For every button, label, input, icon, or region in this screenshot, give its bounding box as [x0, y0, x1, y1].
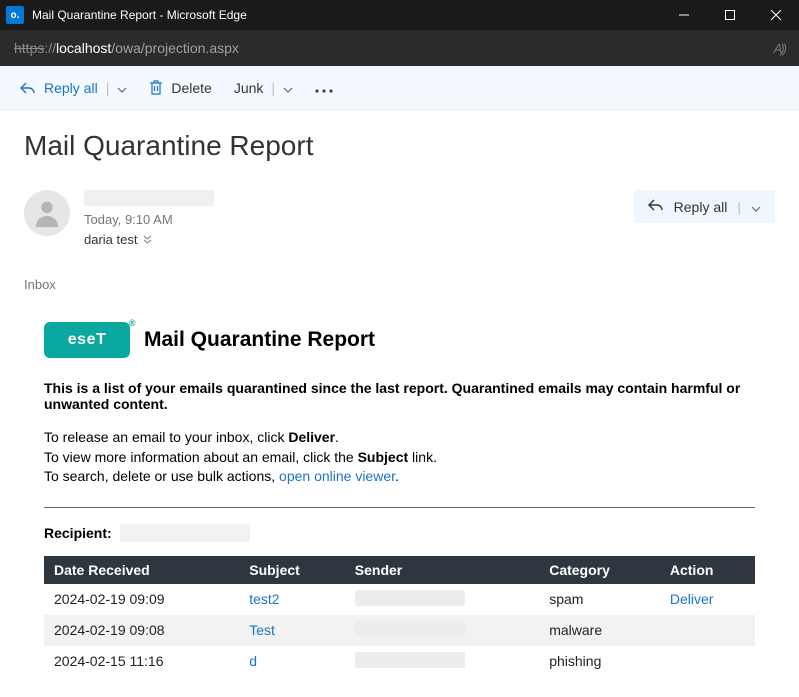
junk-button[interactable]: Junk |	[234, 80, 293, 96]
registered-mark: ®	[129, 318, 136, 328]
cell-action	[660, 615, 755, 646]
reply-all-chip[interactable]: Reply all |	[634, 190, 775, 223]
address-bar[interactable]: https :// localhost /owa/projection.aspx…	[0, 30, 799, 66]
recipient-line[interactable]: daria test	[84, 232, 152, 247]
instruction-subject: To view more information about an email,…	[44, 448, 755, 468]
recipient-display: daria test	[84, 232, 137, 247]
reply-all-label: Reply all	[44, 80, 98, 96]
body-header: eseT ® Mail Quarantine Report	[44, 322, 755, 358]
chevron-down-icon[interactable]	[283, 80, 293, 96]
cell-category: phishing	[539, 646, 660, 677]
divider	[44, 507, 755, 508]
reply-all-icon	[648, 198, 664, 215]
recipient-redacted	[120, 524, 250, 542]
delete-button[interactable]: Delete	[149, 80, 211, 96]
junk-label: Junk	[234, 80, 264, 96]
message-toolbar: Reply all | Delete Junk |	[0, 66, 799, 110]
sender-redacted	[355, 621, 465, 637]
double-chevron-down-icon	[143, 232, 152, 247]
sender-block: Today, 9:10 AM daria test	[84, 190, 214, 247]
sender-name-redacted	[84, 190, 214, 206]
subject-link[interactable]: Test	[249, 622, 275, 638]
cell-action	[660, 646, 755, 677]
url-path: /owa/projection.aspx	[111, 40, 239, 56]
cell-date: 2024-02-15 11:16	[44, 646, 239, 677]
intro-text: This is a list of your emails quarantine…	[44, 380, 755, 412]
url-scheme: https	[14, 40, 44, 56]
cell-category: spam	[539, 584, 660, 615]
quarantine-table: Date Received Subject Sender Category Ac…	[44, 556, 755, 677]
message-header: Today, 9:10 AM daria test Reply all |	[24, 190, 775, 247]
avatar	[24, 190, 70, 236]
instruction-viewer: To search, delete or use bulk actions, o…	[44, 467, 755, 487]
table-row: 2024-02-19 09:08 Test malware	[44, 615, 755, 646]
col-sender: Sender	[345, 556, 539, 584]
chevron-down-icon[interactable]	[117, 80, 127, 96]
cell-date: 2024-02-19 09:08	[44, 615, 239, 646]
cell-date: 2024-02-19 09:09	[44, 584, 239, 615]
close-button[interactable]	[753, 0, 799, 30]
subject-link[interactable]: test2	[249, 591, 279, 607]
trash-icon	[149, 80, 163, 96]
recipient-label: Recipient:	[44, 525, 112, 541]
recipient-row: Recipient:	[44, 524, 755, 542]
cell-sender	[345, 584, 539, 615]
reply-all-icon	[20, 81, 36, 95]
cell-category: malware	[539, 615, 660, 646]
url-sep: ://	[44, 40, 56, 56]
sender-redacted	[355, 590, 465, 606]
chip-divider: |	[737, 199, 741, 215]
cell-subject: test2	[239, 584, 345, 615]
delete-label: Delete	[171, 80, 211, 96]
table-header-row: Date Received Subject Sender Category Ac…	[44, 556, 755, 584]
ellipsis-icon	[315, 80, 333, 96]
timestamp: Today, 9:10 AM	[84, 212, 214, 227]
maximize-button[interactable]	[707, 0, 753, 30]
sender-redacted	[355, 652, 465, 668]
col-subject: Subject	[239, 556, 345, 584]
window-title: Mail Quarantine Report - Microsoft Edge	[32, 8, 661, 22]
window-titlebar: o. Mail Quarantine Report - Microsoft Ed…	[0, 0, 799, 30]
toolbar-divider: |	[271, 80, 275, 96]
open-online-viewer-link[interactable]: open online viewer	[279, 468, 395, 484]
folder-label: Inbox	[24, 277, 775, 292]
eset-logo: eseT ®	[44, 322, 130, 358]
deliver-link[interactable]: Deliver	[670, 591, 714, 607]
cell-action: Deliver	[660, 584, 755, 615]
body-title: Mail Quarantine Report	[144, 328, 375, 352]
more-actions-button[interactable]	[315, 80, 333, 96]
read-aloud-icon[interactable]: A))	[774, 41, 785, 56]
cell-subject: d	[239, 646, 345, 677]
chevron-down-icon[interactable]	[751, 199, 761, 215]
subject-link[interactable]: d	[249, 653, 257, 669]
toolbar-divider: |	[106, 80, 110, 96]
table-row: 2024-02-19 09:09 test2 spam Deliver	[44, 584, 755, 615]
message-content: Mail Quarantine Report Today, 9:10 AM da…	[0, 110, 799, 697]
cell-sender	[345, 646, 539, 677]
minimize-button[interactable]	[661, 0, 707, 30]
col-action: Action	[660, 556, 755, 584]
table-row: 2024-02-15 11:16 d phishing	[44, 646, 755, 677]
url-host: localhost	[56, 40, 111, 56]
col-date: Date Received	[44, 556, 239, 584]
instruction-deliver: To release an email to your inbox, click…	[44, 428, 755, 448]
eset-logo-text: eseT	[68, 331, 106, 349]
email-body: eseT ® Mail Quarantine Report This is a …	[24, 322, 775, 677]
cell-subject: Test	[239, 615, 345, 646]
col-category: Category	[539, 556, 660, 584]
reply-all-chip-label: Reply all	[674, 199, 728, 215]
page-title: Mail Quarantine Report	[24, 130, 775, 162]
instructions: To release an email to your inbox, click…	[44, 428, 755, 487]
reply-all-button[interactable]: Reply all |	[20, 80, 127, 96]
app-icon: o.	[6, 6, 24, 24]
cell-sender	[345, 615, 539, 646]
